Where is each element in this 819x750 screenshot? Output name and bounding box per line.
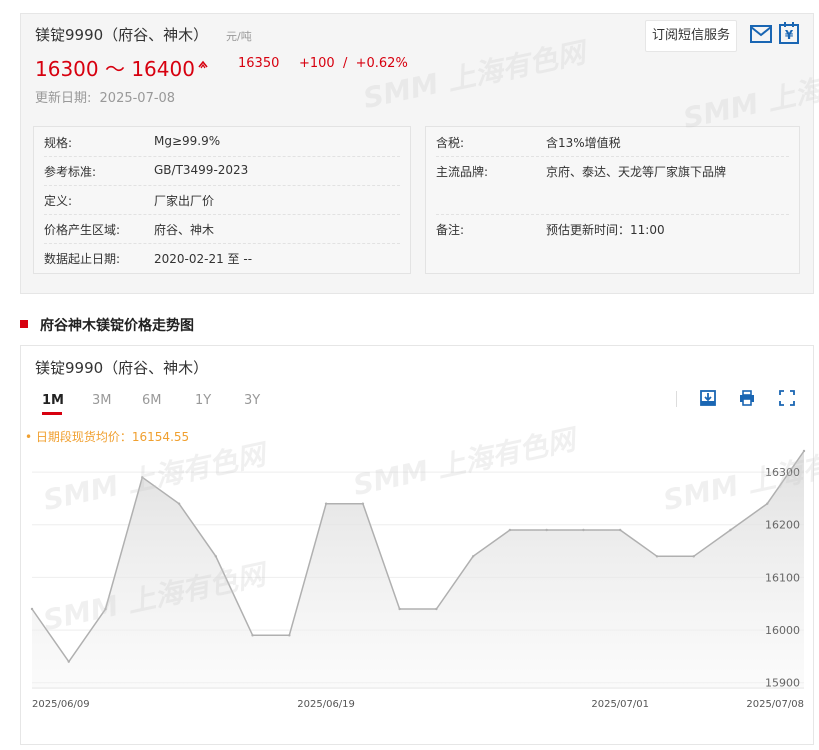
spec-value: 京府、泰达、天龙等厂家旗下品牌 bbox=[546, 165, 727, 179]
spec-key: 参考标准: bbox=[44, 165, 97, 179]
spec-key: 主流品牌: bbox=[436, 165, 489, 179]
spec-row: 主流品牌: 京府、泰达、天龙等厂家旗下品牌 bbox=[436, 156, 789, 215]
top-cut-edge bbox=[0, 0, 819, 6]
x-tick-label: 2025/07/01 bbox=[591, 699, 649, 710]
data-point bbox=[435, 607, 438, 611]
product-name: 镁锭9990（府谷、神木） bbox=[35, 26, 209, 44]
spec-value: 府谷、神木 bbox=[154, 223, 215, 237]
price-card: 镁锭9990（府谷、神木） 元/吨 16300 ～ 16400 16350 +1… bbox=[20, 13, 819, 294]
spec-row: 定义: 厂家出厂价 bbox=[44, 185, 400, 215]
spec-row: 数据起止日期: 2020-02-21 至 -- bbox=[44, 243, 400, 272]
data-point bbox=[582, 528, 585, 532]
spec-row: 含税: 含13%增值税 bbox=[436, 127, 789, 157]
data-point bbox=[729, 528, 732, 532]
spec-key: 价格产生区域: bbox=[44, 223, 121, 237]
x-tick-label: 2025/06/19 bbox=[297, 699, 355, 710]
mail-icon[interactable] bbox=[750, 25, 772, 43]
data-point bbox=[545, 528, 548, 532]
data-point bbox=[508, 528, 512, 532]
spec-key: 备注: bbox=[436, 223, 465, 237]
spec-key: 定义: bbox=[44, 194, 73, 208]
watermark: SMM 上海有色网 bbox=[680, 55, 819, 136]
data-point bbox=[324, 502, 328, 505]
chart-card: 镁锭9990（府谷、神木） 1M 3M 6M 1Y 3Y • 日期段现货均价：1… bbox=[20, 345, 819, 745]
spec-table-left: 规格: Mg≥99.9% 参考标准: GB/T3499-2023 定义: 厂家出… bbox=[33, 126, 411, 274]
x-tick-label: 2025/07/08 bbox=[746, 699, 804, 710]
data-point bbox=[618, 528, 622, 532]
spec-value: Mg≥99.9% bbox=[154, 134, 221, 148]
spec-value: 预估更新时间：11:00 bbox=[546, 223, 665, 237]
subscribe-sms-button[interactable]: 订阅短信服务 bbox=[645, 20, 738, 52]
svg-text:¥: ¥ bbox=[785, 28, 794, 42]
spec-key: 数据起止日期: bbox=[44, 252, 121, 266]
spec-value: 含13%增值税 bbox=[546, 136, 621, 150]
spec-key: 规格: bbox=[44, 136, 73, 150]
data-point bbox=[471, 555, 475, 558]
rise-icon bbox=[198, 60, 208, 69]
price-chart: 15900160001610016200163002025/06/09 2025/… bbox=[30, 449, 806, 710]
update-info: 更新日期: 2025-07-08 bbox=[35, 87, 175, 106]
spec-key: 含税: bbox=[436, 136, 465, 150]
y-tick-label: 15900 bbox=[765, 677, 800, 690]
data-point bbox=[766, 502, 769, 505]
average-price: 16350 bbox=[238, 56, 280, 71]
section-marker bbox=[20, 320, 28, 328]
spec-value: 2020-02-21 至 -- bbox=[154, 252, 253, 266]
spec-value: 厂家出厂价 bbox=[154, 194, 215, 208]
spec-row: 规格: Mg≥99.9% bbox=[44, 127, 400, 157]
data-point bbox=[67, 660, 70, 663]
data-point bbox=[655, 555, 659, 558]
watermark: SMM 上海有色网 bbox=[360, 35, 588, 116]
data-point bbox=[288, 634, 291, 637]
spec-value: GB/T3499-2023 bbox=[154, 163, 249, 177]
price-range: 16300 ～ 16400 bbox=[35, 57, 195, 81]
update-date: 2025-07-08 bbox=[99, 91, 176, 106]
data-point bbox=[177, 502, 181, 505]
data-point bbox=[398, 607, 401, 611]
spec-row: 价格产生区域: 府谷、神木 bbox=[44, 214, 400, 244]
y-tick-label: 16200 bbox=[765, 519, 800, 532]
update-label: 更新日期: bbox=[35, 91, 92, 106]
data-point bbox=[251, 634, 254, 637]
data-point bbox=[692, 555, 695, 558]
price-change: +100 / +0.62% bbox=[299, 56, 408, 71]
unit-label: 元/吨 bbox=[226, 30, 252, 43]
y-tick-label: 16100 bbox=[765, 571, 800, 584]
data-point bbox=[214, 555, 218, 558]
section-title: 府谷神木镁锭价格走势图 bbox=[40, 318, 194, 334]
data-point bbox=[30, 607, 34, 611]
y-tick-label: 16000 bbox=[765, 624, 800, 637]
x-tick-label: 2025/06/09 bbox=[32, 699, 90, 710]
spec-row: 备注: 预估更新时间：11:00 bbox=[436, 214, 789, 243]
spec-row: 参考标准: GB/T3499-2023 bbox=[44, 156, 400, 186]
price-calendar-icon[interactable]: ¥ bbox=[779, 22, 799, 44]
spec-table-right: 含税: 含13%增值税 主流品牌: 京府、泰达、天龙等厂家旗下品牌 备注: 预估… bbox=[425, 126, 800, 274]
